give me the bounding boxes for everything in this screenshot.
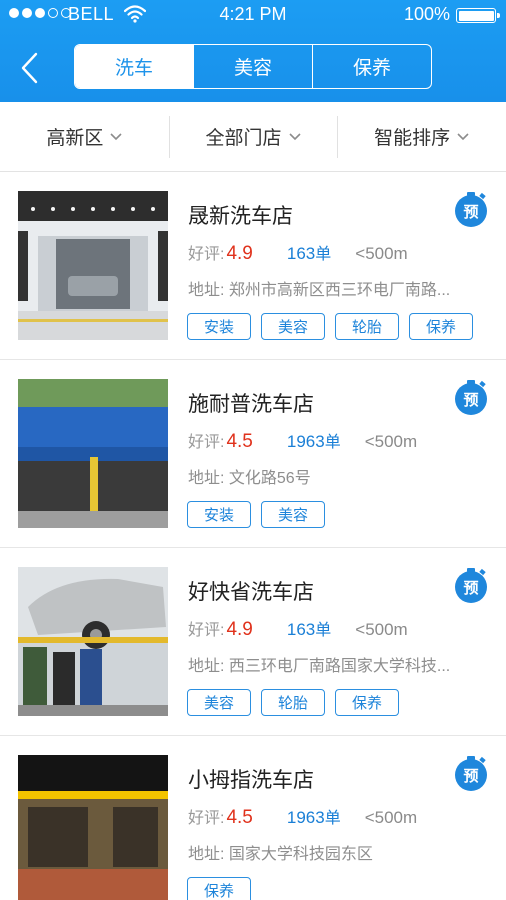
rating-label: 好评: bbox=[188, 622, 225, 639]
store-list: 晟新洗车店 预 好评: 4.9 163 单 <500m 地址: 郑州市高新区西三环… bbox=[0, 172, 506, 900]
orders-count: 1963 bbox=[286, 432, 325, 451]
chevron-down-icon bbox=[288, 132, 301, 140]
orders-unit: 单 bbox=[324, 810, 341, 827]
address-label: 地址: bbox=[188, 282, 225, 299]
service-tag[interactable]: 保养 bbox=[335, 689, 399, 716]
service-tabs: 洗车 美容 保养 bbox=[74, 44, 432, 89]
service-tag[interactable]: 保养 bbox=[187, 877, 251, 900]
rating-value: 4.9 bbox=[226, 619, 253, 640]
distance: <500m bbox=[355, 244, 408, 263]
store-photo bbox=[18, 191, 168, 340]
store-name: 施耐普洗车店 bbox=[188, 393, 314, 416]
address-value: 西三环电厂南路国家大学科技... bbox=[228, 658, 451, 675]
store-photo bbox=[18, 755, 168, 900]
filter-sort[interactable]: 智能排序 bbox=[337, 102, 506, 171]
rating-value: 4.5 bbox=[226, 807, 253, 828]
filter-bar: 高新区 全部门店 智能排序 bbox=[0, 102, 506, 172]
store-meta: 好评: 4.9 163 单 <500m bbox=[188, 240, 408, 266]
book-button[interactable]: 预 bbox=[455, 192, 487, 227]
address-label: 地址: bbox=[188, 846, 225, 863]
distance: <500m bbox=[355, 620, 408, 639]
rating-value: 4.5 bbox=[226, 431, 253, 452]
service-tag[interactable]: 保养 bbox=[409, 313, 473, 340]
chevron-down-icon bbox=[110, 132, 122, 140]
orders-unit: 单 bbox=[315, 246, 332, 263]
filter-district[interactable]: 高新区 bbox=[0, 102, 169, 171]
store-meta: 好评: 4.9 163 单 <500m bbox=[188, 616, 408, 642]
battery-icon bbox=[456, 8, 500, 23]
orders-unit: 单 bbox=[324, 434, 341, 451]
battery-percent: 100% bbox=[404, 4, 451, 24]
tab-beauty[interactable]: 美容 bbox=[193, 45, 312, 88]
address-value: 国家大学科技园东区 bbox=[228, 846, 373, 863]
chevron-left-icon bbox=[21, 52, 38, 84]
store-address: 地址: 国家大学科技园东区 bbox=[188, 840, 488, 864]
rating-label: 好评: bbox=[188, 810, 225, 827]
service-tag[interactable]: 轮胎 bbox=[335, 313, 399, 340]
rating-label: 好评: bbox=[188, 246, 225, 263]
chevron-down-icon bbox=[457, 132, 469, 140]
book-button[interactable]: 预 bbox=[455, 756, 487, 791]
filter-stores-label: 全部门店 bbox=[205, 128, 282, 149]
store-address: 地址: 郑州市高新区西三环电厂南路... bbox=[188, 276, 488, 300]
tab-wash[interactable]: 洗车 bbox=[75, 45, 193, 88]
back-button[interactable] bbox=[14, 48, 44, 88]
store-meta: 好评: 4.5 1963 单 <500m bbox=[188, 428, 417, 454]
rating-value: 4.9 bbox=[226, 243, 253, 264]
orders-unit: 单 bbox=[315, 622, 332, 639]
service-tags: 安装 美容 bbox=[187, 501, 325, 528]
store-name: 小拇指洗车店 bbox=[188, 769, 314, 792]
address-label: 地址: bbox=[188, 470, 225, 487]
service-tag[interactable]: 轮胎 bbox=[261, 689, 325, 716]
store-card[interactable]: 晟新洗车店 预 好评: 4.9 163 单 <500m 地址: 郑州市高新区西三环… bbox=[0, 172, 506, 360]
service-tag[interactable]: 美容 bbox=[261, 501, 325, 528]
store-address: 地址: 文化路56号 bbox=[188, 464, 488, 488]
store-photo bbox=[18, 567, 168, 716]
filter-district-label: 高新区 bbox=[46, 128, 104, 149]
service-tag[interactable]: 安装 bbox=[187, 313, 251, 340]
service-tag[interactable]: 美容 bbox=[261, 313, 325, 340]
distance: <500m bbox=[364, 432, 418, 451]
book-badge: 预 bbox=[455, 759, 487, 791]
store-card[interactable]: 好快省洗车店 预 好评: 4.9 163 单 <500m 地址: 西三环电厂南路国… bbox=[0, 548, 506, 736]
address-value: 郑州市高新区西三环电厂南路... bbox=[228, 282, 451, 299]
address-label: 地址: bbox=[188, 658, 225, 675]
store-name: 晟新洗车店 bbox=[188, 205, 293, 228]
book-badge: 预 bbox=[455, 195, 487, 227]
orders-count: 1963 bbox=[286, 808, 325, 827]
service-tags: 安装 美容 轮胎 保养 bbox=[187, 313, 473, 340]
service-tag[interactable]: 美容 bbox=[187, 689, 251, 716]
store-meta: 好评: 4.5 1963 单 <500m bbox=[188, 804, 417, 830]
address-value: 文化路56号 bbox=[228, 470, 311, 487]
book-button[interactable]: 预 bbox=[455, 568, 487, 603]
tab-maintenance[interactable]: 保养 bbox=[312, 45, 431, 88]
service-tags: 保养 bbox=[187, 877, 251, 900]
filter-sort-label: 智能排序 bbox=[374, 128, 451, 149]
store-name: 好快省洗车店 bbox=[188, 581, 314, 604]
book-badge: 预 bbox=[455, 571, 487, 603]
book-badge: 预 bbox=[455, 383, 487, 415]
service-tags: 美容 轮胎 保养 bbox=[187, 689, 399, 716]
store-photo bbox=[18, 379, 168, 528]
service-tag[interactable]: 安装 bbox=[187, 501, 251, 528]
store-card[interactable]: 施耐普洗车店 预 好评: 4.5 1963 单 <500m 地址: 文化路56号 … bbox=[0, 360, 506, 548]
book-button[interactable]: 预 bbox=[455, 380, 487, 415]
orders-count: 163 bbox=[286, 244, 316, 263]
filter-stores[interactable]: 全部门店 bbox=[168, 102, 338, 171]
store-address: 地址: 西三环电厂南路国家大学科技... bbox=[188, 652, 488, 676]
rating-label: 好评: bbox=[188, 434, 225, 451]
orders-count: 163 bbox=[286, 620, 316, 639]
distance: <500m bbox=[364, 808, 418, 827]
top-header: BELL 4:21 PM 100% 洗车 美容 保养 bbox=[0, 0, 506, 102]
status-bar: BELL 4:21 PM 100% bbox=[0, 0, 506, 30]
store-card[interactable]: 小拇指洗车店 预 好评: 4.5 1963 单 <500m 地址: 国家大学科技园… bbox=[0, 736, 506, 900]
